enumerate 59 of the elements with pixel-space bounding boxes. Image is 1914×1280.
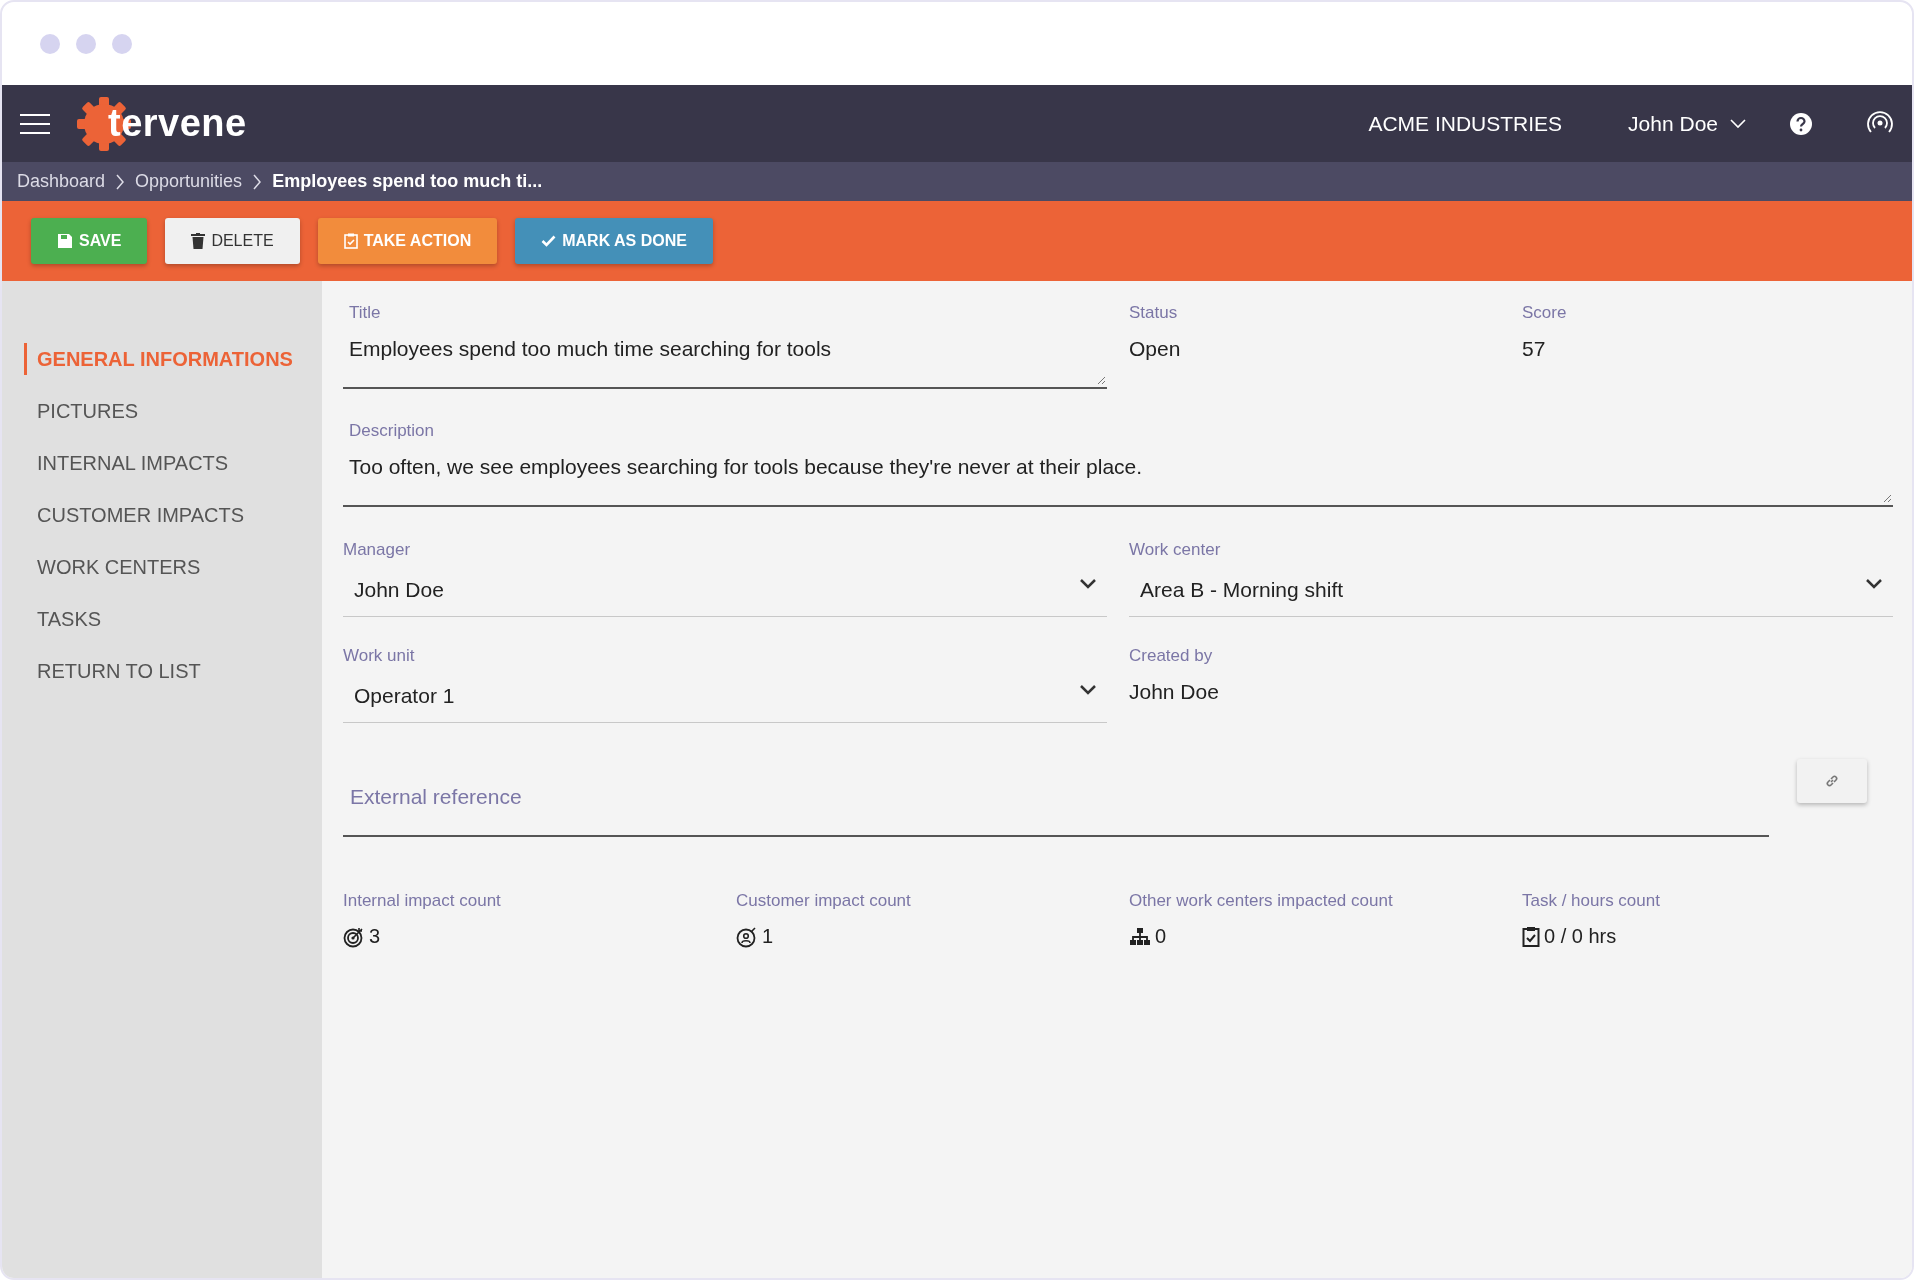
stat-value: 3 [369, 925, 381, 948]
sidebar-item[interactable]: WORK CENTERS [24, 551, 322, 583]
field-value: Open [1129, 337, 1182, 361]
link-icon [1825, 774, 1839, 788]
field-label: Work center [1129, 540, 1222, 560]
checkmark-icon [541, 235, 557, 247]
sidebar-item[interactable]: RETURN TO LIST [24, 655, 322, 687]
clipboard-check-icon [1522, 925, 1540, 948]
text-field[interactable]: Employees spend too much time searching for tools [343, 333, 1107, 389]
sidebar-item[interactable]: CUSTOMER IMPACTS [24, 499, 322, 531]
field-label: Title [348, 303, 382, 323]
person-target-icon [736, 925, 758, 948]
resize-grip-icon[interactable] [1096, 375, 1106, 385]
delete-button[interactable]: DELETE [165, 218, 300, 264]
chevron-down-icon [1865, 578, 1883, 590]
breadcrumb-link[interactable]: Employees spend too much ti... [272, 171, 543, 192]
sidebar-item[interactable]: INTERNAL IMPACTS [24, 447, 322, 479]
window-dot [112, 33, 132, 54]
resize-grip-icon[interactable] [1882, 493, 1892, 503]
help-icon[interactable] [1790, 112, 1812, 135]
field-label: Score [1522, 303, 1568, 323]
user-menu[interactable]: John Doe [1628, 111, 1746, 136]
hierarchy-icon [1129, 926, 1151, 947]
mark-done-button[interactable]: MARK AS DONE [515, 218, 713, 264]
stat-label: Customer impact count [736, 891, 912, 911]
field-label: Manager [343, 540, 412, 560]
stat-value: 0 / 0 hrs [1544, 925, 1617, 948]
field-label: Created by [1129, 646, 1214, 666]
select-field[interactable]: Area B - Morning shift [1129, 570, 1893, 617]
company-name: ACME INDUSTRIES [1368, 111, 1563, 136]
field-label: Status [1129, 303, 1179, 323]
menu-icon[interactable] [20, 112, 50, 135]
select-field[interactable]: Operator 1 [343, 676, 1107, 723]
field-label: Work unit [343, 646, 416, 666]
clipboard-check-icon [343, 233, 358, 249]
chevron-right-icon [252, 173, 263, 190]
sidebar-item[interactable]: PICTURES [24, 395, 322, 427]
chevron-down-icon [1730, 118, 1746, 129]
stat-label: Internal impact count [343, 891, 502, 911]
field-value: John Doe [1129, 680, 1220, 704]
chevron-down-icon [1079, 578, 1097, 590]
window-dot [40, 33, 60, 54]
field-label: Description [348, 421, 436, 441]
sidebar-item[interactable]: TASKS [24, 603, 322, 635]
chevron-right-icon [115, 173, 126, 190]
breadcrumb-link[interactable]: Opportunities [135, 171, 243, 192]
external-reference-input[interactable]: External reference [343, 775, 1769, 837]
select-field[interactable]: John Doe [343, 570, 1107, 617]
stat-label: Other work centers impacted count [1129, 891, 1394, 911]
stat-value: 1 [762, 925, 774, 948]
target-icon [343, 925, 365, 948]
trash-icon [191, 233, 206, 249]
chevron-down-icon [1079, 684, 1097, 696]
text-field[interactable]: Too often, we see employees searching for tools because they're never at their place. [343, 451, 1893, 507]
window-dot [76, 33, 96, 54]
stat-value: 0 [1155, 925, 1167, 948]
stat-label: Task / hours count [1522, 891, 1661, 911]
breadcrumb-link[interactable]: Dashboard [17, 171, 106, 192]
field-value: 57 [1522, 337, 1547, 361]
